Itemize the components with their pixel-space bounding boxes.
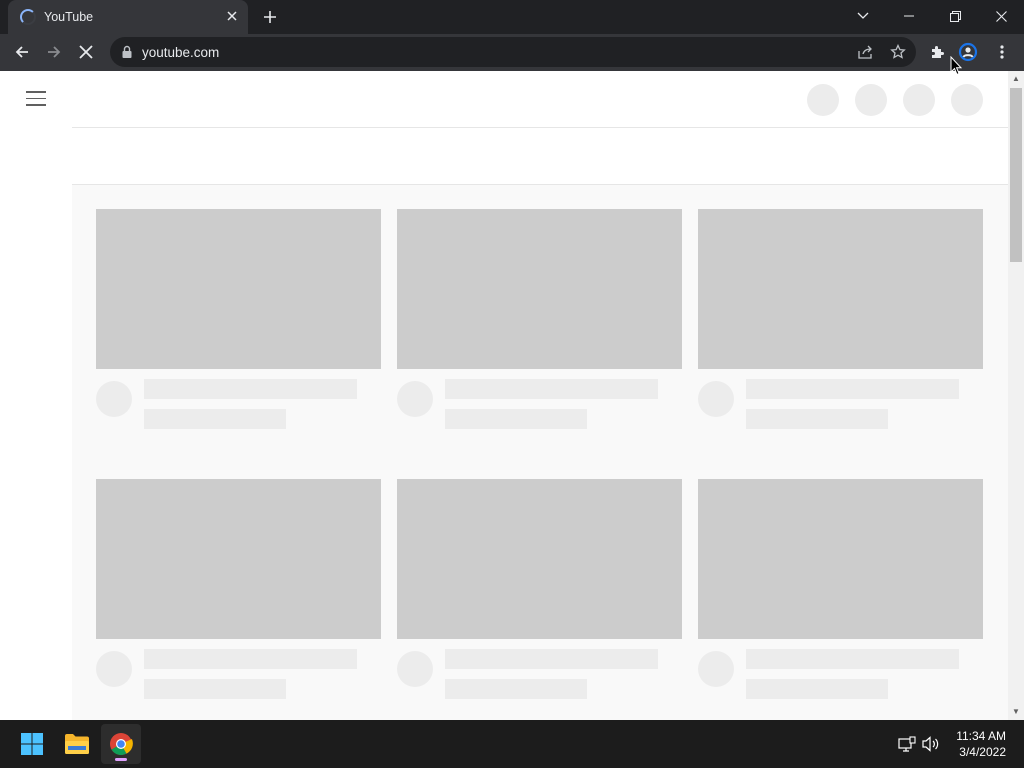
network-icon[interactable] — [897, 734, 917, 754]
title-placeholder — [144, 379, 357, 399]
tab-title: YouTube — [44, 10, 94, 24]
channel-avatar-placeholder — [698, 651, 734, 687]
hamburger-menu-icon[interactable] — [26, 91, 46, 107]
title-placeholder — [746, 649, 959, 669]
header-placeholder — [807, 84, 839, 116]
restore-button[interactable] — [932, 0, 978, 32]
chrome-taskbar-button[interactable] — [101, 724, 141, 764]
header-placeholder — [903, 84, 935, 116]
bookmark-button[interactable] — [884, 38, 912, 66]
title-placeholder — [445, 649, 658, 669]
spinner-icon — [20, 9, 36, 25]
mouse-cursor-icon — [950, 56, 962, 76]
video-thumbnail-placeholder — [698, 479, 983, 639]
header-placeholder — [855, 84, 887, 116]
meta-placeholder — [445, 679, 587, 699]
file-explorer-button[interactable] — [57, 724, 97, 764]
share-icon — [858, 45, 872, 59]
channel-avatar-placeholder — [96, 651, 132, 687]
new-tab-button[interactable] — [258, 5, 282, 29]
channel-avatar-placeholder — [397, 381, 433, 417]
chevron-down-icon — [857, 12, 869, 19]
windows-logo-icon — [21, 733, 43, 755]
plus-icon — [264, 11, 276, 23]
restore-icon — [949, 10, 961, 22]
folder-icon — [65, 734, 89, 754]
extensions-button[interactable] — [924, 38, 952, 66]
scroll-up-arrow-icon[interactable]: ▲ — [1008, 71, 1024, 87]
browser-toolbar: youtube.com — [0, 34, 1024, 71]
title-placeholder — [144, 649, 357, 669]
meta-placeholder — [445, 409, 587, 429]
meta-placeholder — [746, 679, 888, 699]
minimize-icon — [904, 15, 914, 17]
chip-bar-placeholder — [72, 127, 1008, 185]
arrow-left-icon — [15, 46, 28, 58]
browser-titlebar: YouTube — [0, 0, 1024, 34]
scroll-down-arrow-icon[interactable]: ▼ — [1008, 704, 1024, 720]
lock-icon[interactable] — [121, 45, 133, 59]
back-button[interactable] — [8, 38, 36, 66]
active-app-indicator — [115, 758, 127, 761]
channel-avatar-placeholder — [96, 381, 132, 417]
video-thumbnail-placeholder — [397, 209, 682, 369]
page-scrollbar[interactable]: ▲ ▼ — [1008, 71, 1024, 720]
channel-avatar-placeholder — [397, 651, 433, 687]
minimize-button[interactable] — [886, 0, 932, 32]
puzzle-icon — [932, 46, 944, 58]
youtube-header — [0, 71, 1008, 127]
page-viewport: ▲ ▼ — [0, 71, 1024, 720]
forward-button[interactable] — [40, 38, 68, 66]
close-icon — [995, 10, 1007, 22]
clock-time: 11:34 AM — [956, 729, 1006, 743]
meta-placeholder — [144, 409, 286, 429]
meta-placeholder — [746, 409, 888, 429]
arrow-right-icon — [48, 46, 61, 58]
address-bar[interactable]: youtube.com — [110, 37, 916, 67]
close-icon[interactable] — [222, 7, 242, 27]
system-clock[interactable]: 11:34 AM 3/4/2022 — [956, 728, 1006, 760]
video-thumbnail-placeholder — [397, 479, 682, 639]
url-text[interactable]: youtube.com — [142, 45, 219, 60]
close-icon — [79, 45, 93, 59]
volume-icon[interactable] — [921, 734, 941, 754]
browser-menu-button[interactable] — [988, 38, 1016, 66]
video-thumbnail-placeholder — [96, 479, 381, 639]
close-window-button[interactable] — [978, 0, 1024, 32]
video-thumbnail-placeholder — [698, 209, 983, 369]
video-grid — [72, 185, 1008, 720]
tab-youtube[interactable]: YouTube — [8, 0, 248, 34]
clock-date: 3/4/2022 — [959, 745, 1006, 759]
title-placeholder — [445, 379, 658, 399]
share-button[interactable] — [852, 38, 880, 66]
chrome-icon — [110, 733, 133, 755]
meta-placeholder — [144, 679, 286, 699]
title-placeholder — [746, 379, 959, 399]
header-placeholder — [951, 84, 983, 116]
star-icon — [890, 44, 906, 59]
scrollbar-thumb[interactable] — [1010, 88, 1022, 262]
tab-search-button[interactable] — [840, 0, 886, 32]
kebab-menu-icon — [1000, 45, 1004, 59]
windows-taskbar: 11:34 AM 3/4/2022 — [0, 720, 1024, 768]
video-thumbnail-placeholder — [96, 209, 381, 369]
channel-avatar-placeholder — [698, 381, 734, 417]
stop-loading-button[interactable] — [72, 38, 100, 66]
start-button[interactable] — [12, 724, 52, 764]
